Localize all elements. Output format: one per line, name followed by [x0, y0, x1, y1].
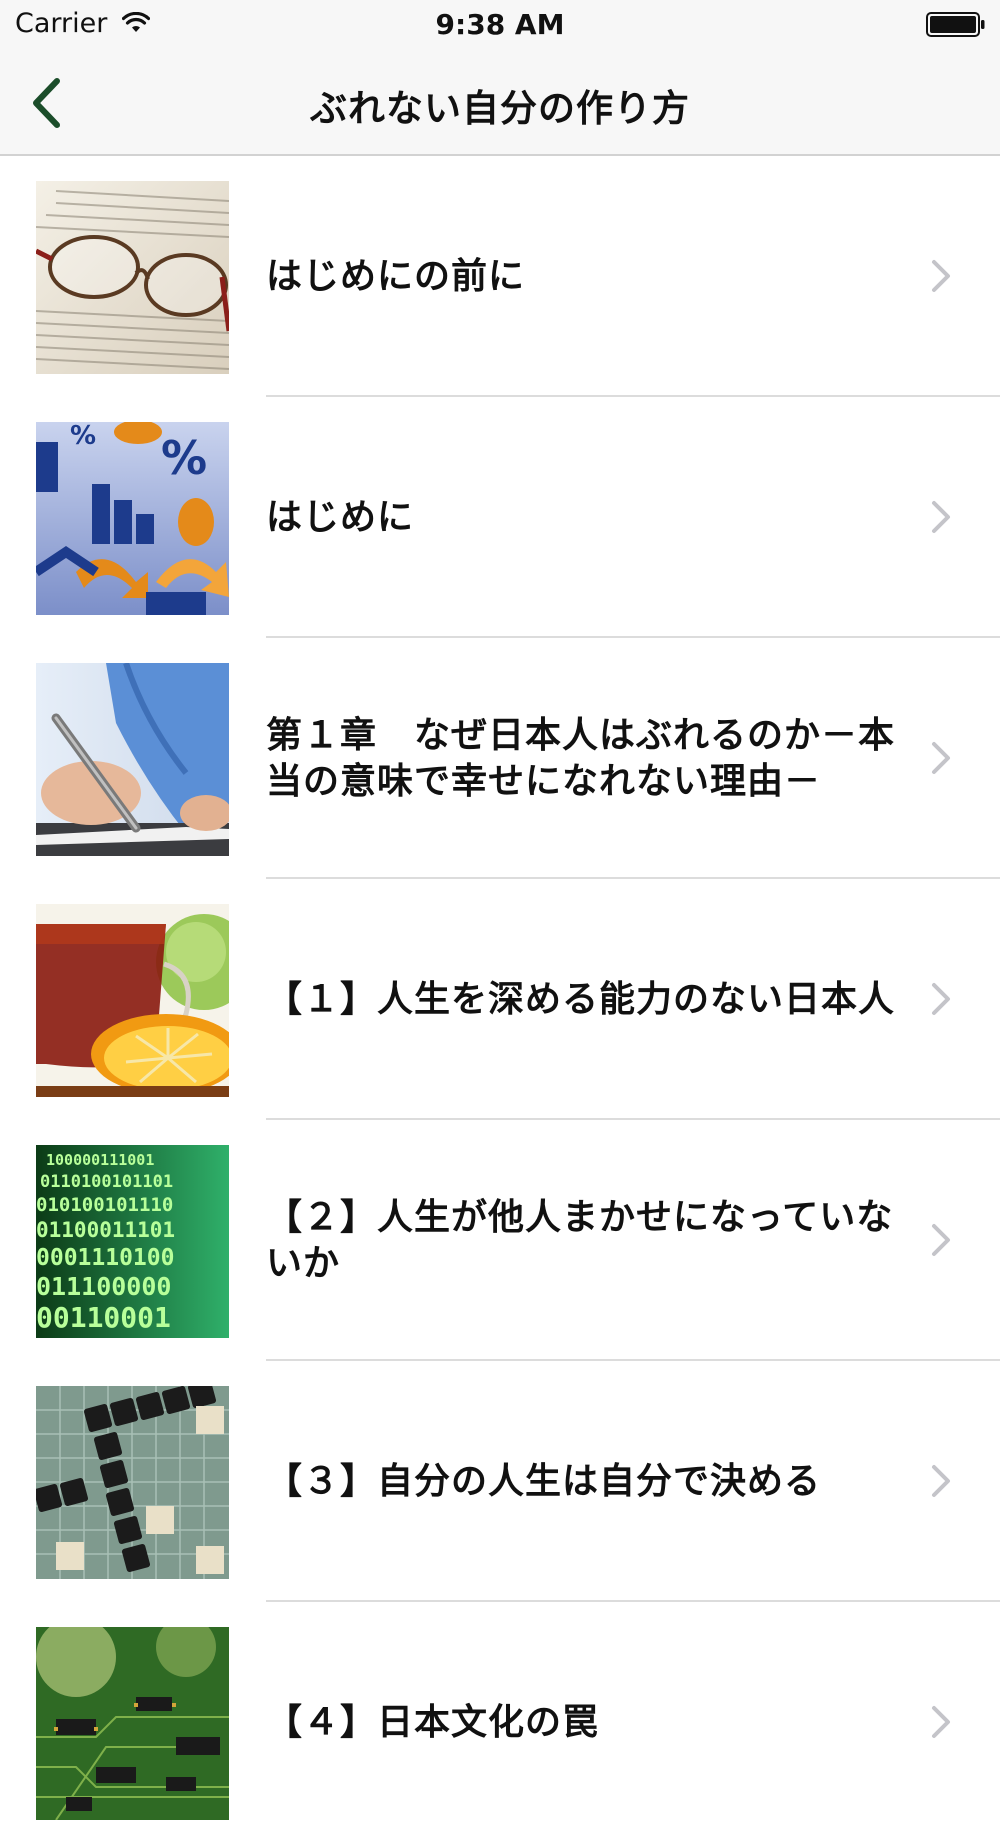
list-item-label: はじめにの前に	[266, 255, 526, 297]
list-item-label: 【３】自分の人生は自分で決める	[266, 1460, 822, 1502]
status-time: 9:38 AM	[435, 8, 565, 41]
page-title: ぶれない自分の作り方	[310, 87, 690, 130]
svg-text:%: %	[161, 431, 207, 485]
svg-text:011100000: 011100000	[36, 1272, 171, 1301]
list-item[interactable]: 【３】自分の人生は自分で決める	[0, 1361, 1000, 1602]
navigation-bar: ぶれない自分の作り方	[0, 52, 1000, 156]
list-item[interactable]: 【１】人生を深める能力のない日本人	[0, 879, 1000, 1120]
svg-text:100000111001: 100000111001	[46, 1151, 154, 1169]
svg-text:0110100101101: 0110100101101	[40, 1172, 173, 1192]
chapter-list: はじめにの前に % % はじめに 第１章 なぜ日本人はぶれるのか－本当の意味で幸…	[0, 156, 1000, 1843]
chevron-right-icon	[932, 501, 950, 533]
glasses-on-document-image	[36, 181, 229, 374]
list-item[interactable]: 第１章 なぜ日本人はぶれるのか－本当の意味で幸せになれない理由－	[0, 638, 1000, 879]
list-item[interactable]: 100000111001 0110100101101 010100101110 …	[0, 1120, 1000, 1361]
status-bar: Carrier 9:38 AM	[0, 0, 1000, 52]
list-item[interactable]: % % はじめに	[0, 397, 1000, 638]
list-item-label: 【２】人生が他人まかせになっていないか	[266, 1196, 894, 1284]
list-item-label: 第１章 なぜ日本人はぶれるのか－本当の意味で幸せになれない理由－	[266, 714, 896, 802]
list-item[interactable]: はじめにの前に	[0, 156, 1000, 397]
chevron-right-icon	[932, 1706, 950, 1738]
list-item-label: 【１】人生を深める能力のない日本人	[266, 978, 896, 1020]
list-item-label: 【４】日本文化の罠	[266, 1701, 600, 1743]
circuit-board-image	[36, 1627, 229, 1820]
svg-text:0001110100: 0001110100	[36, 1245, 174, 1271]
chevron-right-icon	[932, 1465, 950, 1497]
list-item[interactable]: 【４】日本文化の罠	[0, 1602, 1000, 1843]
svg-text:01100011101: 01100011101	[36, 1218, 175, 1242]
success-scrabble-image	[36, 1386, 229, 1579]
svg-text:00110001: 00110001	[36, 1301, 171, 1334]
chevron-right-icon	[932, 260, 950, 292]
svg-text:%: %	[70, 422, 96, 451]
charts-and-arrows-image: % %	[36, 422, 229, 615]
svg-text:010100101110: 010100101110	[36, 1194, 173, 1216]
tea-and-fruit-image	[36, 904, 229, 1097]
battery-icon	[926, 12, 985, 37]
binary-code-image: 100000111001 0110100101101 010100101110 …	[36, 1145, 229, 1338]
list-item-label: はじめに	[266, 496, 415, 538]
chevron-right-icon	[932, 742, 950, 774]
chevron-right-icon	[932, 1224, 950, 1256]
chevron-right-icon	[932, 983, 950, 1015]
hand-writing-image	[36, 663, 229, 856]
